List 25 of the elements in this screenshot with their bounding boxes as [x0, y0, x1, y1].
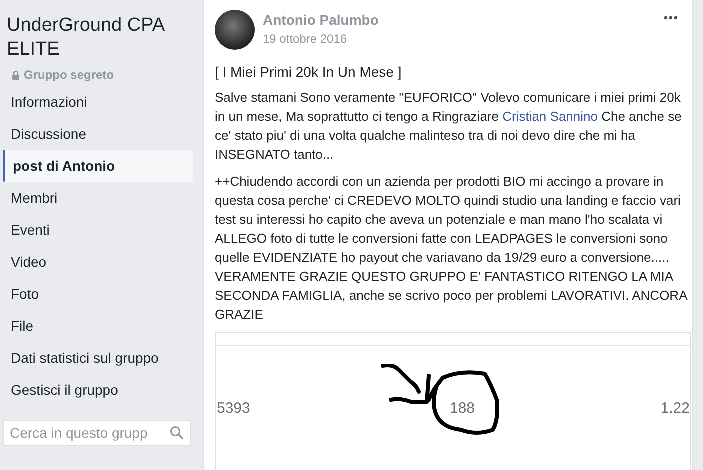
sidebar-item[interactable]: Foto	[3, 278, 193, 310]
group-privacy: Gruppo segreto	[24, 68, 114, 82]
sidebar-item[interactable]: Dati statistici sul gruppo	[3, 342, 193, 374]
sidebar-item[interactable]: Discussione	[3, 118, 193, 150]
sidebar-item[interactable]: Video	[3, 246, 193, 278]
search-icon[interactable]	[170, 426, 184, 440]
group-title: UnderGround CPA ELITE	[6, 14, 166, 62]
sidebar-item[interactable]: Membri	[3, 182, 193, 214]
lock-icon	[12, 70, 20, 80]
sidebar-item[interactable]: post di Antonio	[3, 150, 193, 182]
table-cell: 188	[450, 400, 476, 416]
post-title: [ I Miei Primi 20k In Un Mese ]	[215, 64, 403, 80]
more-icon[interactable]	[664, 16, 678, 20]
search-field[interactable]: Cerca in questo grupp	[3, 420, 191, 446]
sidebar-item[interactable]: Eventi	[3, 214, 193, 246]
table-cell: 5393	[217, 400, 250, 416]
mention-link[interactable]: Cristian Sannino	[502, 109, 598, 124]
sidebar-item[interactable]: Informazioni	[3, 86, 193, 118]
post-paragraph: Salve stamani Sono veramente "EUFORICO" Volevo comunicare i miei primi 20k in un mese, Ma soprattutto ci tengo a Ringraziare Cristian Sannino Che anche se ce' stato piu' di una volta qualche malinteso tra di noi devo dire che mi ha INSEGNATO tanto...	[215, 89, 683, 164]
post-paragraph: ++Chiudendo accordi con un azienda per prodotti BIO mi accingo a provare in questa cosa perche' ci CREDEVO MOLTO quindi studio una landing e faccio vari test su interessi ho capito che aveva un potenziale e man mano l'ho scalata vi ALLEGO foto di tutte le conversioni fatte con LEADPAGES le conversioni sono quelle EVIDENZIATE ho payout che variavano da 19/29 euro a conversione..... VERAMENTE GRAZIE QUESTO GRUPPO E' FANTASTICO RITENGO LA MIA SECONDA FAMIGLIA, anche se scrivo poco per problemi LAVORATIVI. ANCORA GRAZIE	[215, 173, 689, 324]
sidebar-item[interactable]: Gestisci il gruppo	[3, 374, 193, 406]
sidebar-item[interactable]: File	[3, 310, 193, 342]
attached-screenshot[interactable]: 5393 188 1.22	[215, 332, 691, 470]
avatar[interactable]	[215, 10, 255, 50]
table-cell: 1.22	[660, 400, 690, 416]
